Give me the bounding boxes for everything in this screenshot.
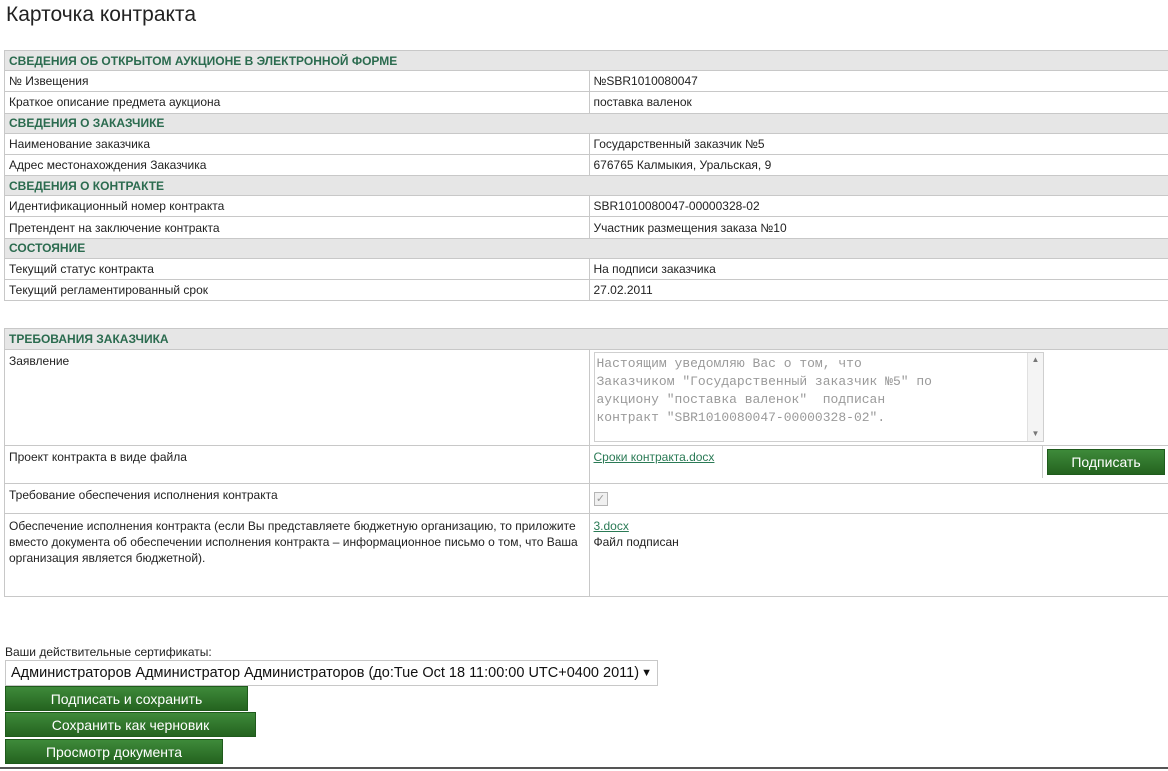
contract-id-value: SBR1010080047-00000328-02	[588, 195, 1168, 218]
scroll-down-icon[interactable]: ▼	[1028, 427, 1044, 441]
customer-address-label: Адрес местонахождения Заказчика	[4, 153, 590, 177]
section-header-state: СОСТОЯНИЕ	[4, 237, 1168, 259]
notice-number-value: №SBR1010080047	[588, 69, 1168, 93]
applicant-value: Участник размещения заказа №10	[588, 216, 1168, 239]
draft-contract-label: Проект контракта в виде файла	[4, 445, 590, 484]
preview-document-button[interactable]: Просмотр документа	[5, 739, 223, 764]
page-title: Карточка контракта	[6, 3, 196, 26]
statement-scrollbar[interactable]: ▲ ▼	[1026, 353, 1044, 441]
customer-address-value: 676765 Калмыкия, Уральская, 9	[588, 153, 1168, 177]
customer-requirements-table: ТРЕБОВАНИЯ ЗАКАЗЧИКА Заявление Настоящим…	[4, 328, 1168, 597]
scroll-up-icon[interactable]: ▲	[1028, 353, 1044, 367]
applicant-label: Претендент на заключение контракта	[4, 216, 590, 239]
section-header-requirements: ТРЕБОВАНИЯ ЗАКАЗЧИКА	[4, 328, 1168, 350]
deadline-value: 27.02.2011	[588, 279, 1168, 302]
statement-text: Настоящим уведомляю Вас о том, что Заказ…	[596, 356, 932, 425]
security-file-link[interactable]: 3.docx	[594, 519, 629, 533]
certificates-label: Ваши действительные сертификаты:	[5, 645, 212, 659]
sign-button[interactable]: Подписать	[1047, 449, 1165, 475]
contract-status-label: Текущий статус контракта	[4, 257, 590, 281]
certificate-selected-value: Администраторов Администратор Администра…	[11, 665, 640, 681]
notice-number-label: № Извещения	[4, 69, 590, 93]
customer-name-label: Наименование заказчика	[4, 132, 590, 155]
save-draft-button[interactable]: Сохранить как черновик	[5, 712, 256, 737]
statement-textarea[interactable]: Настоящим уведомляю Вас о том, что Заказ…	[593, 352, 1044, 442]
auction-subject-label: Краткое описание предмета аукциона	[4, 91, 590, 114]
deadline-label: Текущий регламентированный срок	[4, 279, 590, 302]
sign-and-save-button[interactable]: Подписать и сохранить	[5, 686, 248, 711]
section-header-auction: СВЕДЕНИЯ ОБ ОТКРЫТОМ АУКЦИОНЕ В ЭЛЕКТРОН…	[4, 50, 1168, 71]
security-requirement-label: Требование обеспечения исполнения контра…	[4, 483, 590, 514]
contract-info-table: СВЕДЕНИЯ ОБ ОТКРЫТОМ АУКЦИОНЕ В ЭЛЕКТРОН…	[4, 50, 1168, 302]
draft-contract-file-link[interactable]: Сроки контракта.docx	[594, 450, 715, 464]
dropdown-arrow-icon[interactable]: ▼	[641, 661, 652, 685]
auction-subject-value: поставка валенок	[588, 91, 1168, 114]
statement-label: Заявление	[4, 349, 590, 446]
bottom-border	[0, 767, 1168, 769]
certificate-select[interactable]: Администраторов Администратор Администра…	[5, 660, 658, 686]
contract-security-label: Обеспечение исполнения контракта (если В…	[4, 513, 590, 597]
section-header-contract: СВЕДЕНИЯ О КОНТРАКТЕ	[4, 175, 1168, 197]
section-header-customer: СВЕДЕНИЯ О ЗАКАЗЧИКЕ	[4, 112, 1168, 134]
customer-name-value: Государственный заказчик №5	[588, 132, 1168, 155]
security-requirement-checkbox[interactable]: ✓	[593, 492, 608, 506]
security-file-status: Файл подписан	[593, 535, 679, 549]
contract-status-value: На подписи заказчика	[588, 257, 1168, 281]
contract-id-label: Идентификационный номер контракта	[4, 195, 590, 218]
